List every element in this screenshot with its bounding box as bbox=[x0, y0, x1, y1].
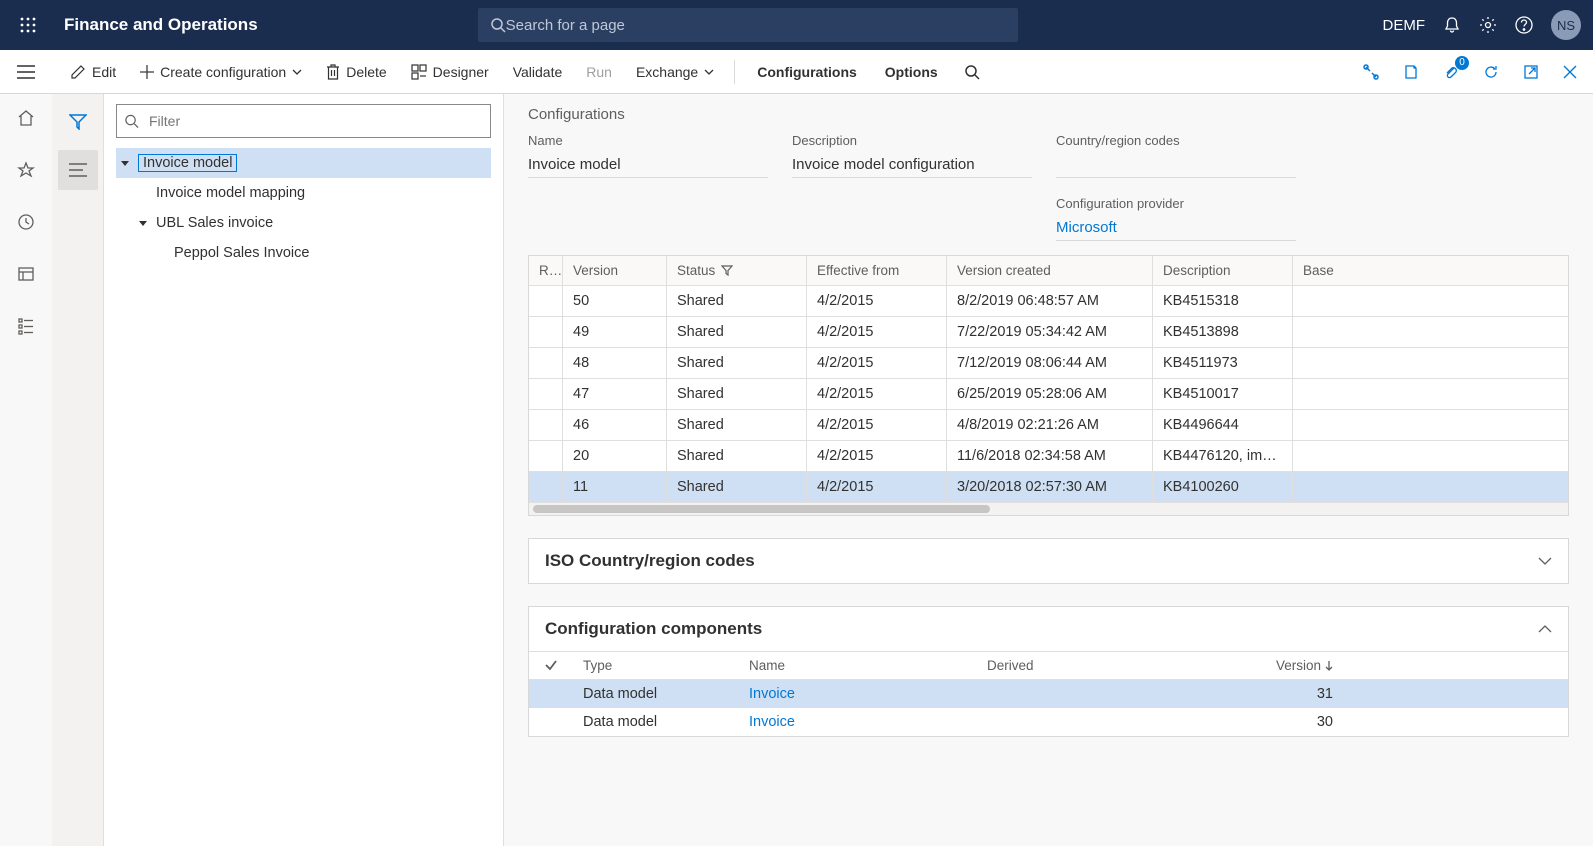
delete-button[interactable]: Delete bbox=[316, 58, 396, 86]
tree-item-peppol-sales-invoice[interactable]: Peppol Sales Invoice bbox=[116, 238, 491, 268]
help-icon[interactable] bbox=[1515, 16, 1533, 34]
region-field[interactable] bbox=[1056, 152, 1296, 178]
lines-icon[interactable] bbox=[58, 150, 98, 190]
col-version[interactable]: Version bbox=[1147, 658, 1347, 673]
region-label: Country/region codes bbox=[1056, 133, 1296, 148]
gear-icon[interactable] bbox=[1479, 16, 1497, 34]
col-type[interactable]: Type bbox=[573, 658, 749, 673]
col-created[interactable]: Version created bbox=[947, 256, 1153, 285]
description-field[interactable]: Invoice model configuration bbox=[792, 152, 1032, 178]
home-icon[interactable] bbox=[10, 102, 42, 134]
page-search-icon[interactable] bbox=[954, 58, 990, 86]
page-title: Configurations bbox=[528, 106, 1569, 123]
workspace-icon[interactable] bbox=[10, 258, 42, 290]
provider-field[interactable]: Microsoft bbox=[1056, 215, 1296, 241]
tree-filter-input[interactable] bbox=[116, 104, 491, 138]
col-version[interactable]: Version bbox=[563, 256, 667, 285]
table-row[interactable]: 47Shared4/2/20156/25/2019 05:28:06 AMKB4… bbox=[529, 379, 1568, 410]
col-name[interactable]: Name bbox=[749, 658, 987, 673]
office-icon[interactable] bbox=[1395, 58, 1427, 86]
chevron-down-icon bbox=[1538, 557, 1552, 565]
validate-button[interactable]: Validate bbox=[503, 58, 573, 86]
chevron-up-icon bbox=[1538, 625, 1552, 633]
table-row[interactable]: 49Shared4/2/20157/22/2019 05:34:42 AMKB4… bbox=[529, 317, 1568, 348]
components-fasttab-toggle[interactable]: Configuration components bbox=[529, 607, 1568, 651]
col-derived[interactable]: Derived bbox=[987, 658, 1147, 673]
chevron-down-icon bbox=[704, 69, 714, 75]
table-row[interactable]: 50Shared4/2/20158/2/2019 06:48:57 AMKB45… bbox=[529, 286, 1568, 317]
col-status[interactable]: Status bbox=[667, 256, 807, 285]
iso-fasttab: ISO Country/region codes bbox=[528, 538, 1569, 584]
global-search[interactable] bbox=[478, 8, 1018, 42]
attach-badge: 0 bbox=[1455, 56, 1469, 70]
component-name-link[interactable]: Invoice bbox=[749, 686, 795, 702]
tree-item-ubl-sales-invoice[interactable]: UBL Sales invoice bbox=[116, 208, 491, 238]
chevron-down-icon bbox=[292, 69, 302, 75]
attach-icon[interactable]: 0 bbox=[1435, 58, 1467, 86]
iso-fasttab-toggle[interactable]: ISO Country/region codes bbox=[529, 539, 1568, 583]
col-effective[interactable]: Effective from bbox=[807, 256, 947, 285]
col-desc[interactable]: Description bbox=[1153, 256, 1293, 285]
search-input[interactable] bbox=[506, 17, 1006, 34]
exchange-button[interactable]: Exchange bbox=[626, 58, 724, 86]
create-config-button[interactable]: Create configuration bbox=[130, 58, 312, 86]
name-field[interactable]: Invoice model bbox=[528, 152, 768, 178]
components-fasttab: Configuration components Type Name Deriv… bbox=[528, 606, 1569, 737]
tree-item-invoice-model-mapping[interactable]: Invoice model mapping bbox=[116, 178, 491, 208]
recent-icon[interactable] bbox=[10, 206, 42, 238]
company-picker[interactable]: DEMF bbox=[1383, 17, 1426, 34]
search-icon bbox=[124, 114, 139, 129]
run-button: Run bbox=[576, 58, 622, 86]
table-row[interactable]: Data modelInvoice30 bbox=[529, 708, 1568, 736]
versions-grid: R... Version Status Effective from Versi… bbox=[528, 255, 1569, 516]
select-all[interactable] bbox=[529, 658, 573, 673]
table-row[interactable]: 46Shared4/2/20154/8/2019 02:21:26 AMKB44… bbox=[529, 410, 1568, 441]
close-icon[interactable] bbox=[1555, 59, 1585, 85]
table-row[interactable]: 11Shared4/2/20153/20/2018 02:57:30 AMKB4… bbox=[529, 472, 1568, 503]
app-title: Finance and Operations bbox=[64, 15, 258, 35]
bell-icon[interactable] bbox=[1443, 16, 1461, 34]
filter-icon bbox=[721, 265, 733, 276]
sort-down-icon bbox=[1325, 661, 1333, 671]
connector-icon[interactable] bbox=[1355, 58, 1387, 86]
search-icon bbox=[490, 17, 506, 33]
tree-item-invoice-model[interactable]: Invoice model bbox=[116, 148, 491, 178]
table-row[interactable]: 48Shared4/2/20157/12/2019 08:06:44 AMKB4… bbox=[529, 348, 1568, 379]
avatar[interactable]: NS bbox=[1551, 10, 1581, 40]
popout-icon[interactable] bbox=[1515, 58, 1547, 86]
collapse-icon[interactable] bbox=[138, 218, 156, 228]
modules-icon[interactable] bbox=[10, 310, 42, 342]
tab-options[interactable]: Options bbox=[873, 58, 950, 86]
nav-hamburger-icon[interactable] bbox=[0, 50, 52, 94]
col-base[interactable]: Base bbox=[1293, 256, 1568, 285]
edit-button[interactable]: Edit bbox=[60, 58, 126, 86]
component-name-link[interactable]: Invoice bbox=[749, 714, 795, 730]
horizontal-scrollbar[interactable] bbox=[529, 503, 1568, 515]
table-row[interactable]: Data modelInvoice31 bbox=[529, 680, 1568, 708]
collapse-icon[interactable] bbox=[120, 158, 138, 168]
tab-configurations[interactable]: Configurations bbox=[745, 58, 869, 86]
refresh-icon[interactable] bbox=[1475, 58, 1507, 86]
designer-button[interactable]: Designer bbox=[401, 58, 499, 86]
table-row[interactable]: 20Shared4/2/201511/6/2018 02:34:58 AMKB4… bbox=[529, 441, 1568, 472]
provider-label: Configuration provider bbox=[1056, 196, 1296, 211]
col-r[interactable]: R... bbox=[529, 256, 563, 285]
star-icon[interactable] bbox=[10, 154, 42, 186]
description-label: Description bbox=[792, 133, 1032, 148]
name-label: Name bbox=[528, 133, 768, 148]
filter-icon[interactable] bbox=[58, 102, 98, 142]
apps-icon[interactable] bbox=[12, 17, 44, 33]
